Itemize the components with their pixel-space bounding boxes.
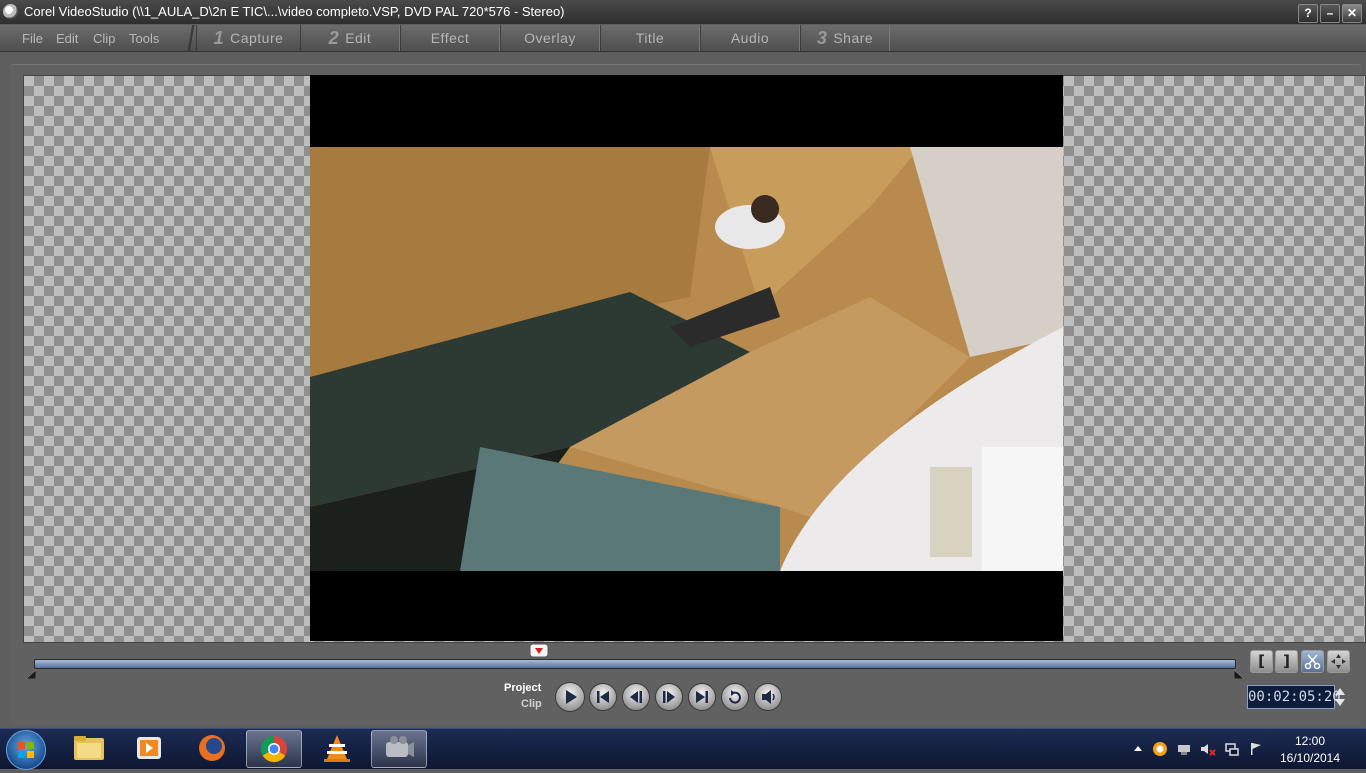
step-number: 3 <box>816 27 828 48</box>
menu-bar: File Edit Clip Tools 1 Capture 2 Edit Ef… <box>0 25 1366 52</box>
tab-capture[interactable]: 1 Capture <box>196 25 301 51</box>
repeat-icon <box>729 690 741 704</box>
tab-label: Edit <box>345 30 372 46</box>
timecode-display[interactable]: 00:02:05:20 <box>1247 685 1341 709</box>
repeat-button[interactable] <box>721 683 749 711</box>
menu-file[interactable]: File <box>22 31 43 46</box>
media-player-icon <box>137 737 161 759</box>
network-icon[interactable] <box>1224 741 1240 757</box>
video-frame-image <box>310 147 1063 571</box>
taskbar-vlc[interactable] <box>310 730 364 766</box>
previous-frame-button[interactable] <box>622 683 650 711</box>
play-button[interactable] <box>555 682 585 712</box>
windows-logo-icon <box>18 742 34 758</box>
minimize-button[interactable]: – <box>1320 4 1340 23</box>
step-number: 2 <box>328 27 340 48</box>
tab-label: Effect <box>430 30 470 46</box>
avast-icon[interactable] <box>1152 741 1168 757</box>
step-forward-icon <box>663 691 675 703</box>
trim-end-marker[interactable] <box>1234 670 1244 679</box>
enlarge-preview-button[interactable] <box>1327 650 1350 673</box>
chrome-icon <box>260 735 287 763</box>
go-to-start-button[interactable] <box>589 683 617 711</box>
volume-muted-icon[interactable] <box>1200 741 1216 757</box>
menu-clip[interactable]: Clip <box>93 31 115 46</box>
tab-label: Capture <box>230 30 284 46</box>
next-frame-button[interactable] <box>655 683 683 711</box>
window-title: Corel VideoStudio (\\1_AULA_D\2n E TIC\.… <box>24 4 565 19</box>
videostudio-icon <box>386 736 414 757</box>
mark-out-button[interactable]: ] <box>1275 650 1298 673</box>
vlc-cone-icon <box>324 735 350 762</box>
tab-edit[interactable]: 2 Edit <box>300 25 400 51</box>
tab-title[interactable]: Title <box>600 25 700 51</box>
clock-date: 16/10/2014 <box>1279 751 1341 765</box>
speaker-icon <box>762 690 775 704</box>
firefox-icon <box>199 735 225 761</box>
tab-effect[interactable]: Effect <box>400 25 500 51</box>
folder-icon <box>74 736 104 760</box>
timecode-spinner-icon[interactable] <box>1334 685 1346 709</box>
clock-time: 12:00 <box>1294 734 1326 748</box>
tab-label: Audio <box>730 30 770 46</box>
trim-start-marker[interactable] <box>26 670 36 679</box>
step-number: 1 <box>213 27 225 48</box>
tab-label: Title <box>635 30 665 46</box>
go-to-end-button[interactable] <box>688 683 716 711</box>
scissors-icon <box>1304 654 1321 670</box>
project-mode-label[interactable]: Project <box>504 682 541 694</box>
close-button[interactable]: ✕ <box>1342 4 1362 23</box>
taskbar-explorer[interactable] <box>62 730 116 766</box>
menu-tools[interactable]: Tools <box>129 31 159 46</box>
network-device-icon[interactable] <box>1176 741 1192 757</box>
video-preview[interactable] <box>310 75 1063 641</box>
tab-overlay[interactable]: Overlay <box>500 25 600 51</box>
show-hidden-icons-icon[interactable] <box>1130 741 1146 757</box>
scrubber-handle[interactable] <box>529 643 549 658</box>
taskbar-chrome[interactable] <box>246 730 302 768</box>
mark-in-button[interactable]: [ <box>1250 650 1273 673</box>
skip-end-icon <box>696 691 708 703</box>
volume-button[interactable] <box>754 683 782 711</box>
play-icon <box>566 690 577 704</box>
tab-share[interactable]: 3 Share <box>800 25 890 51</box>
cut-clip-button[interactable] <box>1301 650 1324 673</box>
taskbar-corel-videostudio[interactable] <box>371 730 427 768</box>
step-back-icon <box>630 691 642 703</box>
timeline-scrubber[interactable] <box>34 659 1236 669</box>
tab-audio[interactable]: Audio <box>700 25 800 51</box>
action-center-flag-icon[interactable] <box>1248 741 1264 757</box>
tab-label: Share <box>833 30 874 46</box>
menu-edit[interactable]: Edit <box>56 31 78 46</box>
start-button[interactable] <box>6 730 46 770</box>
skip-start-icon <box>597 691 609 703</box>
system-clock[interactable]: 12:00 16/10/2014 <box>1270 733 1350 767</box>
corel-videostudio-logo-icon <box>3 4 18 19</box>
clip-mode-label[interactable]: Clip <box>521 698 542 710</box>
title-bar: Corel VideoStudio (\\1_AULA_D\2n E TIC\.… <box>0 0 1366 24</box>
expand-icon <box>1331 654 1346 669</box>
taskbar-firefox[interactable] <box>185 730 239 766</box>
help-button[interactable]: ? <box>1298 4 1318 23</box>
taskbar-media-player[interactable] <box>122 730 176 766</box>
tab-label: Overlay <box>524 30 576 46</box>
